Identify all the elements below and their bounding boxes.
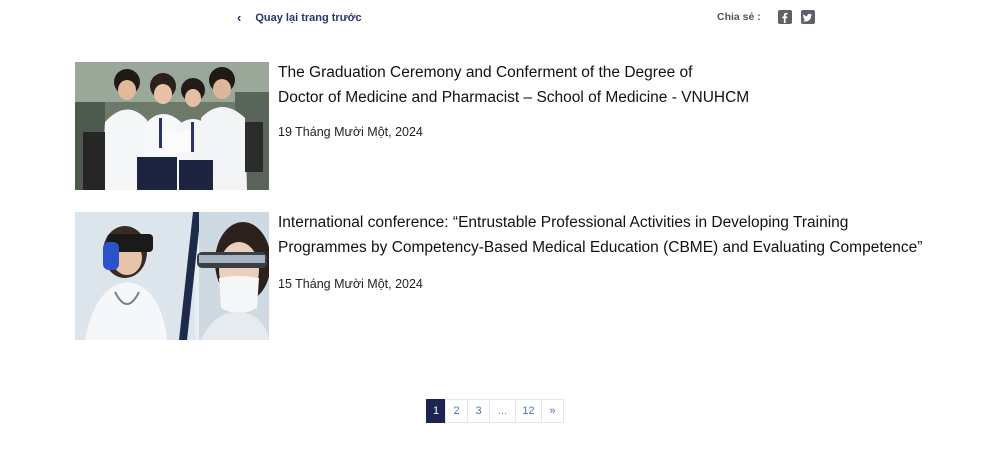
chevron-left-icon: ‹ xyxy=(237,10,242,25)
page-3-button[interactable]: 3 xyxy=(467,399,490,423)
page-ellipsis: ... xyxy=(489,399,516,423)
back-link[interactable]: ‹ Quay lại trang trước xyxy=(237,11,362,24)
article-item: The Graduation Ceremony and Conferment o… xyxy=(75,62,935,190)
back-link-label: Quay lại trang trước xyxy=(255,11,362,24)
article-title-line: The Graduation Ceremony and Conferment o… xyxy=(278,64,693,81)
article-title-line: Doctor of Medicine and Pharmacist – Scho… xyxy=(278,89,750,106)
page-1-button[interactable]: 1 xyxy=(426,399,446,423)
share-label: Chia sẻ : xyxy=(717,11,761,23)
page-12-button[interactable]: 12 xyxy=(515,399,542,423)
pagination: 1 2 3 ... 12 » xyxy=(426,399,564,423)
article-title-link[interactable]: The Graduation Ceremony and Conferment o… xyxy=(278,60,958,110)
page-2-button[interactable]: 2 xyxy=(445,399,468,423)
article-date: 19 Tháng Mười Một, 2024 xyxy=(278,125,423,139)
top-bar: ‹ Quay lại trang trước Chia sẻ : xyxy=(0,0,1008,36)
article-thumbnail-vr-doctor[interactable] xyxy=(75,212,269,340)
article-date: 15 Tháng Mười Một, 2024 xyxy=(278,277,423,291)
share-bar: Chia sẻ : xyxy=(717,10,815,24)
article-thumbnail-students[interactable] xyxy=(75,62,269,190)
article-item: International conference: “Entrustable P… xyxy=(75,212,935,340)
article-title-line: Programmes by Competency-Based Medical E… xyxy=(278,239,923,256)
facebook-icon[interactable] xyxy=(777,10,792,24)
next-page-button[interactable]: » xyxy=(541,399,564,423)
twitter-icon[interactable] xyxy=(800,10,815,24)
article-title-link[interactable]: International conference: “Entrustable P… xyxy=(278,210,958,260)
article-title-line: International conference: “Entrustable P… xyxy=(278,214,849,231)
